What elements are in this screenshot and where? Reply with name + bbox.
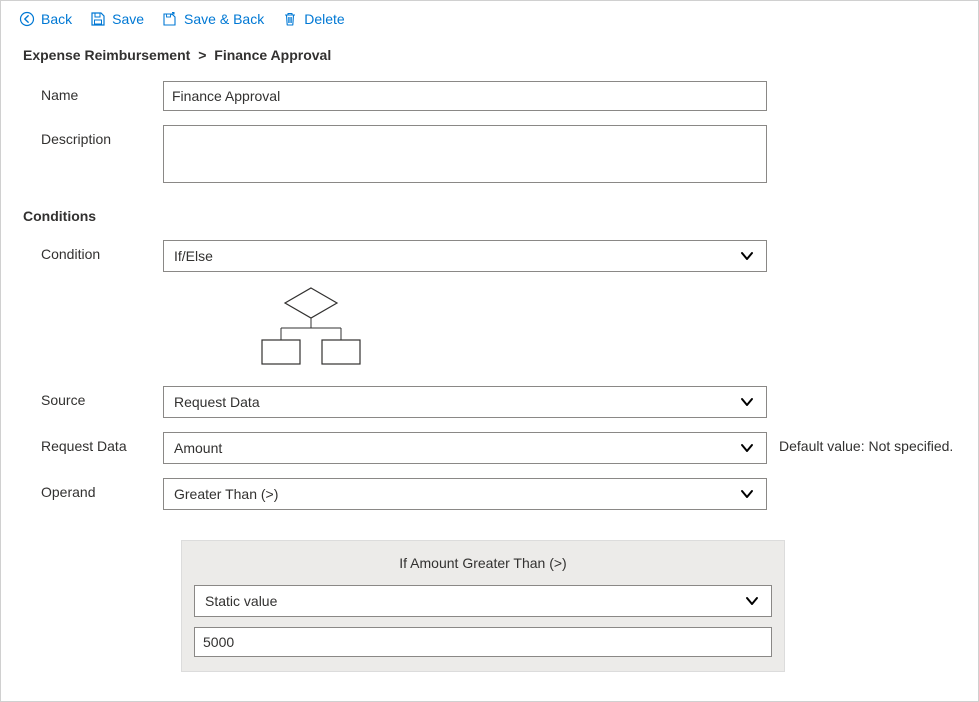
operand-select[interactable]: Greater Than (>) — [163, 478, 767, 510]
chevron-down-icon — [738, 439, 756, 457]
label-source: Source — [23, 386, 163, 408]
operand-value: Greater Than (>) — [174, 486, 278, 502]
description-input[interactable] — [163, 125, 767, 183]
source-value: Request Data — [174, 394, 260, 410]
toolbar: Back Save Save & Back — [1, 1, 978, 37]
panel-title: If Amount Greater Than (>) — [194, 555, 772, 571]
floppy-icon — [90, 11, 106, 27]
source-select[interactable]: Request Data — [163, 386, 767, 418]
label-request-data: Request Data — [23, 432, 163, 454]
chevron-down-icon — [738, 485, 756, 503]
default-value-note: Default value: Not specified. — [779, 432, 953, 454]
chevron-down-icon — [743, 592, 761, 610]
trash-icon — [282, 11, 298, 27]
delete-button[interactable]: Delete — [282, 11, 344, 27]
breadcrumb-root[interactable]: Expense Reimbursement — [23, 47, 190, 63]
back-label: Back — [41, 11, 72, 27]
name-input[interactable] — [163, 81, 767, 111]
chevron-down-icon — [738, 393, 756, 411]
breadcrumb: Expense Reimbursement > Finance Approval — [23, 47, 956, 63]
row-name: Name — [23, 81, 956, 111]
breadcrumb-current: Finance Approval — [214, 47, 331, 63]
back-icon — [19, 11, 35, 27]
request-data-select[interactable]: Amount — [163, 432, 767, 464]
label-name: Name — [23, 81, 163, 103]
page-frame: Back Save Save & Back — [0, 0, 979, 702]
diagram-row — [23, 286, 956, 372]
row-source: Source Request Data — [23, 386, 956, 418]
breadcrumb-sep: > — [194, 47, 210, 63]
condition-select[interactable]: If/Else — [163, 240, 767, 272]
value-type-select[interactable]: Static value — [194, 585, 772, 617]
label-description: Description — [23, 125, 163, 147]
save-back-button[interactable]: Save & Back — [162, 11, 264, 27]
static-value-input[interactable] — [194, 627, 772, 657]
value-type-value: Static value — [205, 593, 277, 609]
row-operand: Operand Greater Than (>) — [23, 478, 956, 510]
condition-value: If/Else — [174, 248, 213, 264]
request-data-value: Amount — [174, 440, 222, 456]
row-request-data: Request Data Amount Default value: Not s… — [23, 432, 956, 464]
section-conditions: Conditions — [23, 208, 956, 224]
delete-label: Delete — [304, 11, 344, 27]
back-button[interactable]: Back — [19, 11, 72, 27]
condition-panel: If Amount Greater Than (>) Static value — [181, 540, 785, 672]
label-operand: Operand — [23, 478, 163, 500]
condition-diagram — [181, 286, 401, 372]
save-label: Save — [112, 11, 144, 27]
row-description: Description — [23, 125, 956, 186]
save-back-label: Save & Back — [184, 11, 264, 27]
label-condition: Condition — [23, 240, 163, 262]
save-back-icon — [162, 11, 178, 27]
save-button[interactable]: Save — [90, 11, 144, 27]
chevron-down-icon — [738, 247, 756, 265]
content-area: Expense Reimbursement > Finance Approval… — [1, 37, 978, 672]
row-condition: Condition If/Else — [23, 240, 956, 272]
